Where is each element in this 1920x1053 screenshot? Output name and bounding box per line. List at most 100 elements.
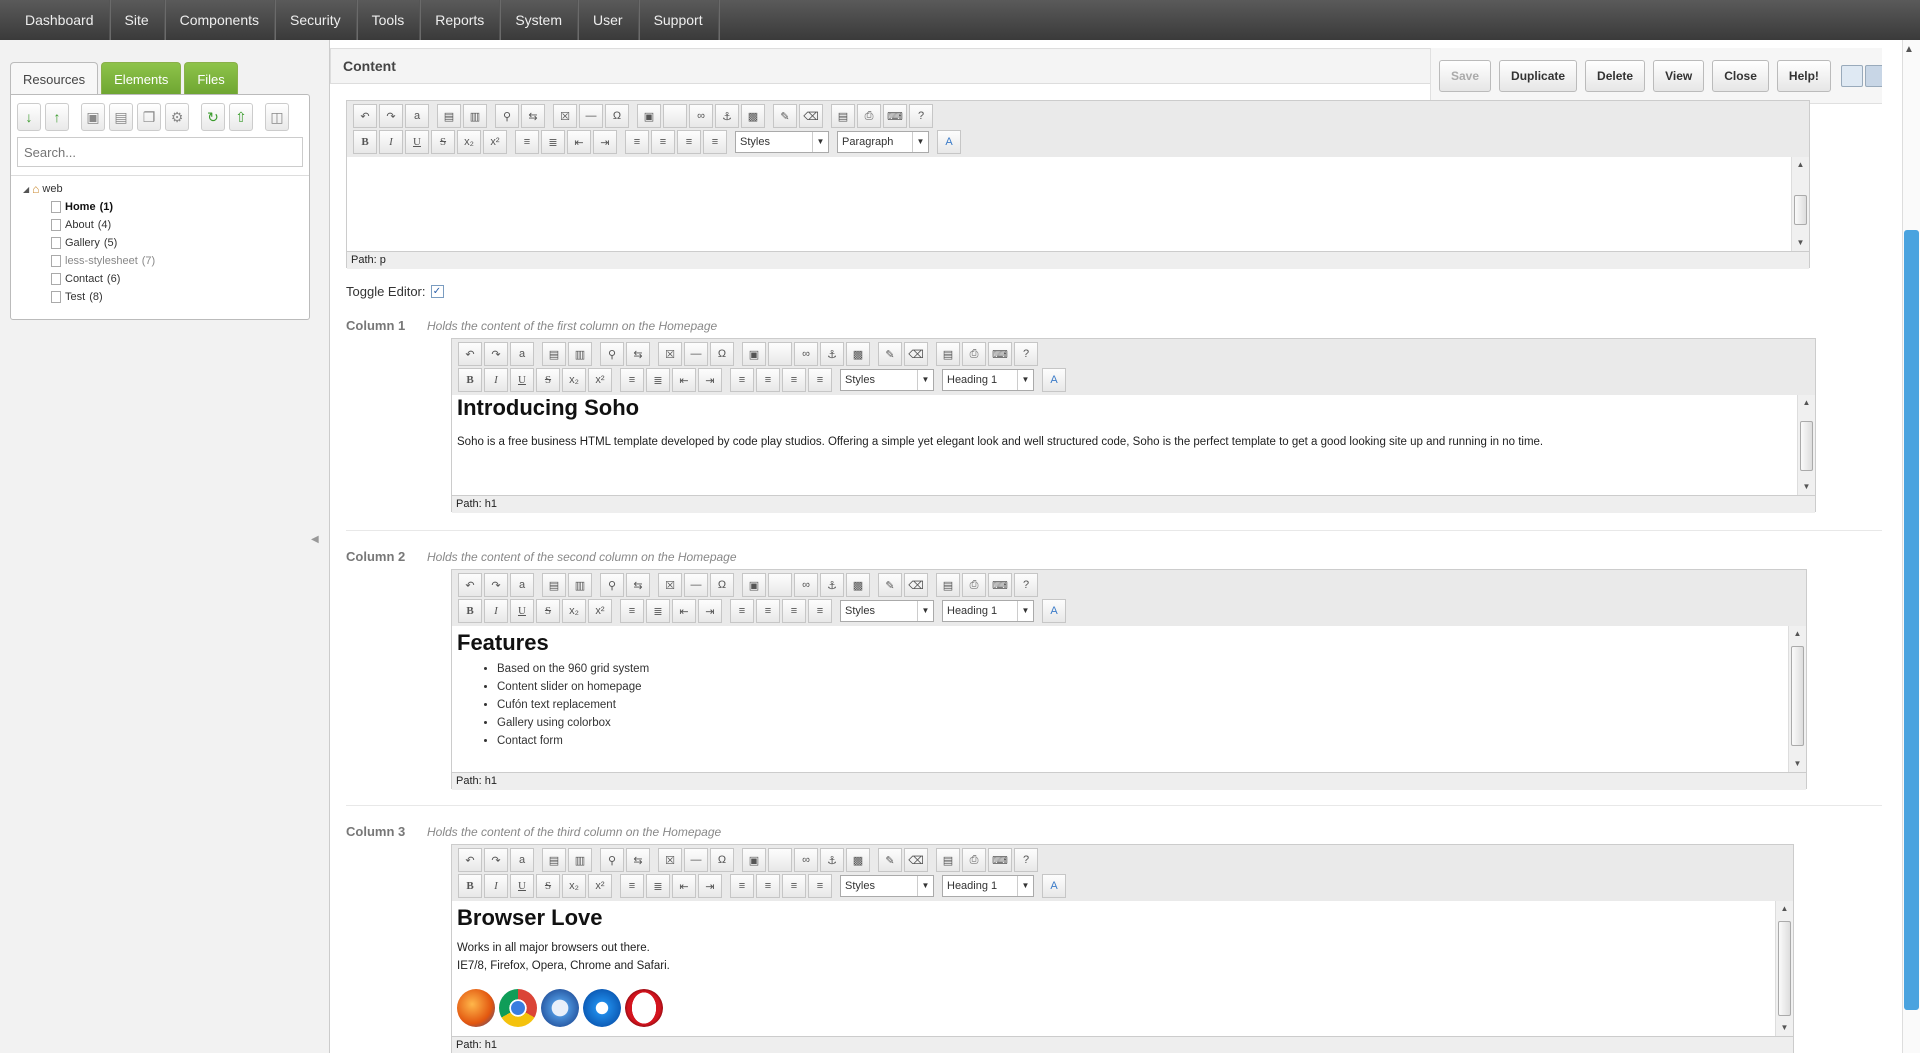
tab-elements[interactable]: Elements <box>101 62 182 95</box>
media-icon[interactable]: ▩ <box>846 342 870 366</box>
clean-code-icon[interactable]: ☒ <box>658 342 682 366</box>
bullet-list-icon[interactable]: ≡ <box>620 874 644 898</box>
align-left-icon[interactable]: ≡ <box>730 368 754 392</box>
indent-icon[interactable]: ⇥ <box>698 599 722 623</box>
print-icon[interactable]: ⎙ <box>857 104 881 128</box>
paste-text-icon[interactable]: ▤ <box>542 342 566 366</box>
collapse-panel-icon[interactable]: ◀ <box>311 534 319 564</box>
special-char-icon[interactable]: Ω <box>710 848 734 872</box>
strikethrough-icon[interactable]: S <box>536 874 560 898</box>
clean-code-icon[interactable]: ☒ <box>553 104 577 128</box>
tab-files[interactable]: Files <box>184 62 238 95</box>
anchor-icon[interactable]: ⚓ <box>820 342 844 366</box>
align-right-icon[interactable]: ≡ <box>677 130 701 154</box>
scroll-down-icon[interactable]: ▼ <box>1776 1020 1793 1036</box>
align-center-icon[interactable]: ≡ <box>756 599 780 623</box>
nav-tools[interactable]: Tools <box>357 0 421 40</box>
link-icon[interactable] <box>663 104 687 128</box>
layout-left-icon[interactable] <box>1840 64 1863 87</box>
view-button[interactable]: View <box>1653 59 1705 92</box>
align-right-icon[interactable]: ≡ <box>782 368 806 392</box>
outdent-icon[interactable]: ⇤ <box>672 874 696 898</box>
help-icon[interactable]: ? <box>909 104 933 128</box>
strikethrough-icon[interactable]: S <box>536 599 560 623</box>
remove-format-icon[interactable]: ⌫ <box>799 104 823 128</box>
align-right-icon[interactable]: ≡ <box>782 874 806 898</box>
collapse-arrow-icon[interactable]: ◢ <box>23 185 29 194</box>
help-icon[interactable]: ? <box>1014 573 1038 597</box>
styles-select[interactable]: Styles ▼ <box>840 600 934 622</box>
new-folder-icon[interactable]: ▣ <box>81 103 105 131</box>
replace-icon[interactable]: ⇆ <box>626 342 650 366</box>
nav-user[interactable]: User <box>578 0 639 40</box>
subscript-icon[interactable]: x₂ <box>562 368 586 392</box>
search-input[interactable] <box>17 137 303 167</box>
unlink-icon[interactable]: ∞ <box>794 848 818 872</box>
scroll-up-icon[interactable]: ▲ <box>1792 157 1809 173</box>
scroll-thumb[interactable] <box>1794 195 1807 225</box>
spellcheck-icon[interactable]: A <box>1042 874 1066 898</box>
bold-icon[interactable]: B <box>353 130 377 154</box>
nav-security[interactable]: Security <box>275 0 357 40</box>
link-icon[interactable] <box>768 342 792 366</box>
collapse-all-icon[interactable]: ↑ <box>45 103 69 131</box>
select-all-icon[interactable]: a <box>510 342 534 366</box>
subscript-icon[interactable]: x₂ <box>457 130 481 154</box>
paste-word-icon[interactable]: ▥ <box>568 342 592 366</box>
indent-icon[interactable]: ⇥ <box>698 368 722 392</box>
select-all-icon[interactable]: a <box>510 848 534 872</box>
strikethrough-icon[interactable]: S <box>536 368 560 392</box>
remove-format-icon[interactable]: ⌫ <box>904 848 928 872</box>
editor-scrollbar[interactable]: ▲ ▼ <box>1775 901 1793 1036</box>
spellcheck-icon[interactable]: A <box>1042 368 1066 392</box>
scroll-up-icon[interactable]: ▲ <box>1789 626 1806 642</box>
trash-icon[interactable]: ◫ <box>265 103 289 131</box>
numbered-list-icon[interactable]: ≣ <box>646 599 670 623</box>
outdent-icon[interactable]: ⇤ <box>567 130 591 154</box>
paste-word-icon[interactable]: ▥ <box>463 104 487 128</box>
tree-item-about[interactable]: About (4) <box>51 216 155 234</box>
clean-code-icon[interactable]: ☒ <box>658 848 682 872</box>
print-icon[interactable]: ⎙ <box>962 342 986 366</box>
align-center-icon[interactable]: ≡ <box>651 130 675 154</box>
code-icon[interactable]: ⌨ <box>988 573 1012 597</box>
remove-format-icon[interactable]: ⌫ <box>904 342 928 366</box>
nav-system[interactable]: System <box>500 0 578 40</box>
save-button[interactable]: Save <box>1439 59 1492 92</box>
format-select[interactable]: Heading 1 ▼ <box>942 600 1034 622</box>
superscript-icon[interactable]: x² <box>483 130 507 154</box>
strikethrough-icon[interactable]: S <box>431 130 455 154</box>
close-button[interactable]: Close <box>1712 59 1769 92</box>
justify-icon[interactable]: ≡ <box>808 599 832 623</box>
highlight-icon[interactable]: ✎ <box>878 573 902 597</box>
print-icon[interactable]: ⎙ <box>962 848 986 872</box>
unlink-icon[interactable]: ∞ <box>794 573 818 597</box>
styles-select[interactable]: Styles ▼ <box>840 369 934 391</box>
anchor-icon[interactable]: ⚓ <box>820 573 844 597</box>
help-icon[interactable]: ? <box>1014 848 1038 872</box>
underline-icon[interactable]: U <box>405 130 429 154</box>
search-icon[interactable]: ⚲ <box>600 573 624 597</box>
help-icon[interactable]: ? <box>1014 342 1038 366</box>
search-icon[interactable]: ⚲ <box>600 342 624 366</box>
help-button[interactable]: Help! <box>1776 59 1831 92</box>
nav-reports[interactable]: Reports <box>420 0 501 40</box>
italic-icon[interactable]: I <box>484 599 508 623</box>
highlight-icon[interactable]: ✎ <box>878 342 902 366</box>
numbered-list-icon[interactable]: ≣ <box>646 368 670 392</box>
scroll-thumb[interactable] <box>1791 646 1804 746</box>
special-char-icon[interactable]: Ω <box>605 104 629 128</box>
image-icon[interactable]: ▣ <box>742 848 766 872</box>
template-icon[interactable]: ▤ <box>936 342 960 366</box>
bullet-list-icon[interactable]: ≡ <box>620 599 644 623</box>
replace-icon[interactable]: ⇆ <box>521 104 545 128</box>
special-char-icon[interactable]: Ω <box>710 342 734 366</box>
media-icon[interactable]: ▩ <box>846 573 870 597</box>
superscript-icon[interactable]: x² <box>588 599 612 623</box>
tree-item-gallery[interactable]: Gallery (5) <box>51 234 155 252</box>
paste-text-icon[interactable]: ▤ <box>542 848 566 872</box>
nav-components[interactable]: Components <box>165 0 276 40</box>
underline-icon[interactable]: U <box>510 599 534 623</box>
styles-select[interactable]: Styles ▼ <box>840 875 934 897</box>
media-icon[interactable]: ▩ <box>741 104 765 128</box>
